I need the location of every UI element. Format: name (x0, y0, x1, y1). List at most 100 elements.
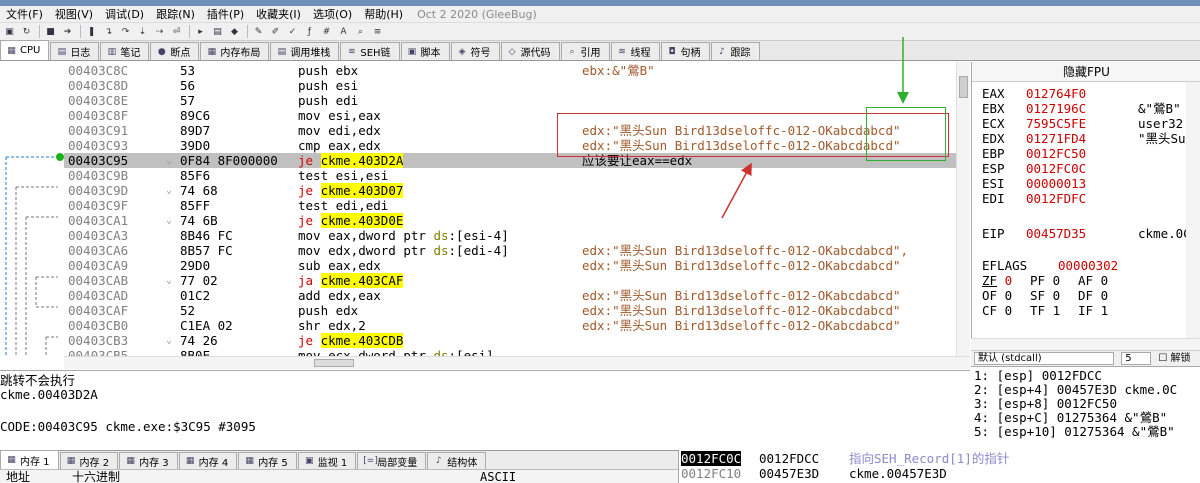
dump-tab-3[interactable]: ▦ 内存 3 (119, 452, 178, 469)
register-ebp[interactable]: EBP 0012FC50 (982, 146, 1138, 161)
menu-item[interactable]: 收藏夹(I) (250, 6, 307, 22)
disasm-row[interactable]: 00403CA6 8B57 FC mov edx,dword ptr ds:[edi… (64, 243, 968, 258)
menu-item[interactable]: 调试(D) (99, 6, 150, 22)
dump-tab-7[interactable]: [=] 局部变量 (357, 452, 427, 469)
trace-over-icon[interactable]: ⇢ (152, 25, 167, 39)
trace-into-icon[interactable]: ⇣ (135, 25, 150, 39)
disasm-row[interactable]: 00403CA3 8B46 FC mov eax,dword ptr ds:[esi… (64, 228, 968, 243)
tab-12[interactable]: ≋ 线程 (610, 42, 660, 60)
step-over-icon[interactable]: ↷ (118, 25, 133, 39)
run-icon[interactable]: ➔ (60, 25, 75, 39)
register-edx[interactable]: EDX 01271FD4 "黑头Sun (982, 131, 1193, 146)
register-esp[interactable]: ESP 0012FC0C (982, 161, 1138, 176)
disasm-row[interactable]: 00403CB5 8B0E mov ecx,dword ptr ds:[esi] (64, 348, 968, 356)
dump-tab-4[interactable]: ▦ 内存 4 (178, 452, 238, 469)
disasm-row[interactable]: 00403C8E 57 push edi (64, 93, 968, 108)
disasm-row[interactable]: 00403CB3 ⌄ 74 26 je ckme.403CDB (64, 333, 968, 348)
dump-tab-2[interactable]: ▦ 内存 2 (59, 452, 119, 469)
flag-sf[interactable]: SF 0 (1030, 288, 1060, 303)
tab-14[interactable]: ♪ 跟踪 (710, 42, 760, 60)
memory-icon[interactable]: ▤ (210, 25, 225, 39)
flag-of[interactable]: OF 0 (982, 288, 1012, 303)
flag-if[interactable]: IF 1 (1078, 303, 1108, 318)
calculator-icon[interactable]: ≡ (370, 25, 385, 39)
dump-tab-5[interactable]: ▦ 内存 5 (238, 452, 297, 469)
disasm-row[interactable]: 00403C9D ⌄ 74 68 je ckme.403D07 (64, 183, 968, 198)
disassembly-vertical-scrollbar[interactable] (956, 62, 970, 356)
register-eax[interactable]: EAX 012764F0 (982, 86, 1138, 101)
tab-9[interactable]: ◈ 符号 (450, 42, 500, 60)
disasm-row[interactable]: 00403CA1 ⌄ 74 6B je ckme.403D0E (64, 213, 968, 228)
register-ecx[interactable]: ECX 7595C5FE user32. (982, 116, 1191, 131)
eflags-row[interactable]: EFLAGS 00000302 (982, 258, 1170, 273)
menu-item[interactable]: 插件(P) (201, 6, 250, 22)
arg-count-spinner[interactable]: 5 (1121, 352, 1152, 365)
flag-cf[interactable]: CF 0 (982, 303, 1012, 318)
stack-view[interactable]: 0012FC0C 0012FDCC 指向SEH_Record[1]的指针 0012FC… (678, 450, 1200, 483)
tab-5[interactable]: ▦ 内存布局 (200, 42, 270, 60)
menu-item[interactable]: 选项(O) (307, 6, 358, 22)
search-icon[interactable]: ⌕ (353, 25, 368, 39)
function-icon[interactable]: ƒ (302, 25, 317, 39)
disassembly-horizontal-scrollbar[interactable] (64, 356, 970, 369)
tab-13[interactable]: ◘ 句柄 (660, 42, 710, 60)
disasm-row[interactable]: 00403C8D 56 push esi (64, 78, 968, 93)
pause-icon[interactable]: ❚ (84, 25, 99, 39)
menu-item[interactable]: 帮助(H) (358, 6, 409, 22)
dump-tab-6[interactable]: ▣ 监视 1 (297, 452, 357, 469)
disasm-row[interactable]: 00403C9B 85F6 test esi,esi (64, 168, 968, 183)
execute-till-return-icon[interactable]: ⏎ (169, 25, 184, 39)
tab-10[interactable]: ◇ 源代码 (500, 42, 560, 60)
tab-6[interactable]: ▤ 调用堆栈 (270, 42, 340, 60)
tab-1[interactable]: ▦ CPU (0, 40, 50, 60)
tab-8[interactable]: ▣ 脚本 (400, 42, 450, 60)
run-to-user-code-icon[interactable]: ▸ (193, 25, 208, 39)
font-icon[interactable]: A (336, 25, 351, 39)
flag-af[interactable]: AF 0 (1078, 273, 1108, 288)
flag-zf[interactable]: ZF 0 (982, 273, 1012, 288)
disasm-instruction: shr edx,2 (298, 318, 366, 333)
registers-vertical-scrollbar[interactable] (1186, 82, 1200, 338)
unlock-checkbox[interactable]: ☐ 解锁 (1158, 353, 1190, 364)
register-edi[interactable]: EDI 0012FDFC (982, 191, 1138, 206)
tab-3[interactable]: ▥ 笔记 (100, 42, 150, 60)
tab-11[interactable]: ⌕ 引用 (560, 42, 610, 60)
label-icon[interactable]: ✐ (268, 25, 283, 39)
stack-row[interactable]: 0012FC0C 0012FDCC 指向SEH_Record[1]的指针 (679, 451, 1200, 466)
register-eip[interactable]: EIP 00457D35 ckme.0C (982, 226, 1191, 241)
open-icon[interactable]: ▣ (2, 25, 17, 39)
disasm-row[interactable]: 00403C8C 53 push ebx ebx:&"鶯B" (64, 63, 968, 78)
menu-item[interactable]: 视图(V) (49, 6, 99, 22)
menu-item[interactable]: 文件(F) (0, 6, 49, 22)
close-icon[interactable]: ■ (43, 25, 58, 39)
step-into-icon[interactable]: ↴ (101, 25, 116, 39)
dump-tab-1[interactable]: ▦ 内存 1 (0, 450, 59, 469)
dump-tab-8[interactable]: ♪ 结构体 (427, 452, 487, 469)
scylla-icon[interactable]: ◆ (227, 25, 242, 39)
register-ebx[interactable]: EBX 0127196C &"鶯B" (982, 101, 1181, 116)
hash-icon[interactable]: # (319, 25, 334, 39)
disasm-row[interactable]: 00403CAD 01C2 add edx,eax edx:"黑头Sun Bird13… (64, 288, 968, 303)
flag-df[interactable]: DF 0 (1078, 288, 1108, 303)
flag-pf[interactable]: PF 0 (1030, 273, 1060, 288)
restart-icon[interactable]: ↻ (19, 25, 34, 39)
registers-horizontal-scrollbar[interactable] (971, 338, 1200, 350)
disasm-row[interactable]: 00403C9F 85FF test edi,edi (64, 198, 968, 213)
register-esi[interactable]: ESI 00000013 (982, 176, 1138, 191)
bookmark-icon[interactable]: ✓ (285, 25, 300, 39)
disassembly-view[interactable]: 00403C8C 53 push ebx ebx:&"鶯B" 00403C8D 56 pus… (64, 62, 968, 356)
tab-4[interactable]: ● 断点 (150, 42, 200, 60)
jump-target: ckme.403CDB (320, 333, 404, 348)
tab-2[interactable]: ▤ 日志 (50, 42, 100, 60)
disasm-row[interactable]: 00403CA9 29D0 sub eax,edx edx:"黑头Sun Bird13… (64, 258, 968, 273)
disasm-row[interactable]: 00403CB0 C1EA 02 shr edx,2 edx:"黑头Sun Bird1… (64, 318, 968, 333)
tab-7[interactable]: ≋ SEH链 (340, 42, 400, 60)
comment-icon[interactable]: ✎ (251, 25, 266, 39)
disasm-row[interactable]: 00403CAF 52 push edx edx:"黑头Sun Bird13dselo… (64, 303, 968, 318)
menu-item[interactable]: 跟踪(N) (150, 6, 201, 22)
disasm-row[interactable]: 00403CAB ⌄ 77 02 ja ckme.403CAF (64, 273, 968, 288)
calling-convention-select[interactable]: 默认 (stdcall) (974, 352, 1114, 365)
hide-fpu-button[interactable]: 隐藏FPU (972, 62, 1200, 82)
flag-tf[interactable]: TF 1 (1030, 303, 1060, 318)
stack-row[interactable]: 0012FC10 00457E3D ckme.00457E3D (679, 466, 1200, 481)
